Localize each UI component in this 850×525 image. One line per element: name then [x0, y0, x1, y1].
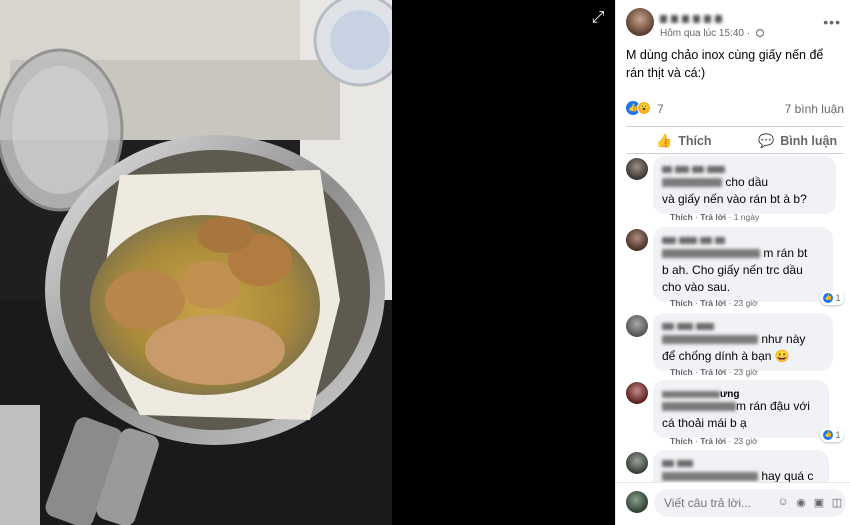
reactions-summary: 👍 😮 7 7 bình luận [626, 99, 844, 119]
like-icon: 👍 [823, 430, 834, 440]
post-timestamp[interactable]: Hôm qua lúc 15:40 · [660, 28, 764, 39]
pan-photo-illustration [0, 0, 392, 525]
comment-like-link[interactable]: Thích [670, 212, 693, 222]
my-avatar [626, 491, 648, 513]
commenter-name[interactable]: ưng [662, 385, 820, 400]
comment-like-link[interactable]: Thích [670, 367, 693, 377]
commenter-name-redacted[interactable] [662, 161, 827, 173]
photo-viewer: ⤢ [0, 0, 615, 525]
post-header: Hôm qua lúc 15:40 · ••• [626, 8, 841, 44]
comment-bubble: m rán bt b ah. Cho giấy nến trc dầu cho … [653, 227, 833, 302]
comment-bubble: cho dầu và giấy nến vào rán bt à b? [653, 156, 836, 214]
comment-text-a: m rán bt [763, 246, 808, 260]
comment-bubble: hay quá c [653, 450, 829, 482]
comment-text-a: cho dầu [722, 175, 769, 189]
commenter-avatar[interactable] [626, 382, 648, 404]
emoji-icon[interactable]: ☺ [777, 496, 789, 509]
comment-button-label: Bình luận [780, 134, 838, 148]
redacted-text [662, 472, 758, 481]
commenter-avatar[interactable] [626, 229, 648, 251]
comment-text-b: cá thoải mái b ạ [662, 416, 747, 430]
comment-icon: 💬 [758, 133, 775, 148]
author-avatar[interactable] [626, 8, 654, 36]
comment-line: m rán đậu với [662, 398, 820, 415]
comment-reply-link[interactable]: Trả lời [700, 436, 726, 446]
comment-reaction-badge[interactable]: 👍 1 [820, 428, 844, 442]
post-photo[interactable] [0, 0, 392, 525]
like-button-label: Thích [678, 134, 712, 148]
comment-time[interactable]: 23 giờ [734, 298, 758, 308]
comment-bubble: ưng m rán đậu với cá thoải mái b ạ [653, 380, 829, 438]
comment-time[interactable]: 1 ngày [734, 212, 760, 222]
globe-icon [755, 29, 764, 37]
comment-meta: Thích · Trả lời · 1 ngày [670, 212, 760, 222]
comment-button[interactable]: 💬 Bình luận [758, 131, 850, 151]
comment-reaction-count: 1 [835, 293, 841, 303]
comment-line: như này [662, 331, 824, 348]
comment-like-link[interactable]: Thích [670, 436, 693, 446]
comment-reply-link[interactable]: Trả lời [700, 298, 726, 308]
more-icon[interactable]: ••• [823, 14, 841, 30]
comment-like-link[interactable]: Thích [670, 298, 693, 308]
comment-reaction-badge[interactable]: 👍 1 [820, 291, 844, 305]
comment-text-a: m rán đậu với [736, 399, 810, 413]
redacted-text [662, 335, 758, 344]
comment-meta: Thích · Trả lời · 23 giờ [670, 298, 758, 308]
comment-time[interactable]: 23 giờ [734, 436, 758, 446]
redacted-text [662, 391, 720, 398]
reaction-count[interactable]: 7 [657, 102, 664, 116]
redacted-text [662, 402, 736, 411]
post-side-panel: Hôm qua lúc 15:40 · ••• M dùng chảo inox… [615, 0, 850, 525]
gif-icon[interactable]: ▣ [813, 496, 825, 509]
comment-bubble: như này để chống dính à bạn 😀 [653, 313, 833, 371]
wow-reaction-icon[interactable]: 😮 [637, 101, 651, 115]
comment-reaction-count: 1 [835, 430, 841, 440]
composer-tools: ☺ ◉ ▣ ◫ [777, 496, 843, 509]
redacted-text [662, 178, 722, 187]
commenter-avatar[interactable] [626, 158, 648, 180]
expand-icon[interactable]: ⤢ [588, 8, 608, 28]
comment-reply-link[interactable]: Trả lời [700, 367, 726, 377]
post-time-text: Hôm qua lúc 15:40 · [660, 28, 753, 39]
camera-icon[interactable]: ◉ [795, 496, 807, 509]
like-button[interactable]: 👍 Thích [656, 131, 712, 151]
post-actions: 👍 Thích 💬 Bình luận [626, 126, 844, 154]
comment-text-a: hay quá c [758, 469, 814, 482]
commenter-name-redacted[interactable] [662, 455, 820, 467]
comment-line: cho dầu [662, 174, 827, 191]
comment-meta: Thích · Trả lời · 23 giờ [670, 367, 758, 377]
comment-count[interactable]: 7 bình luận [785, 102, 844, 116]
commenter-avatar[interactable] [626, 315, 648, 337]
redacted-text [662, 249, 760, 258]
comment-reply-link[interactable]: Trả lời [700, 212, 726, 222]
comment-line: m rán bt [662, 245, 824, 262]
commenter-avatar[interactable] [626, 452, 648, 474]
comment-text-a: như này [758, 332, 806, 346]
comment-meta: Thích · Trả lời · 23 giờ [670, 436, 758, 446]
commenter-name-redacted[interactable] [662, 318, 824, 330]
commenter-name-redacted[interactable] [662, 232, 824, 244]
comment-text-c: cho vào sau. [662, 280, 731, 294]
comment-item: hay quá c [626, 450, 848, 482]
author-name-redacted[interactable] [660, 10, 750, 23]
sticker-icon[interactable]: ◫ [831, 496, 843, 509]
like-icon: 👍 [823, 293, 834, 303]
comment-line: hay quá c [662, 468, 820, 482]
comment-text-b: và giấy nến vào rán bt à b? [662, 192, 807, 206]
post-caption: M dùng chảo inox cùng giấy nến để rán th… [626, 48, 824, 80]
reply-composer: ☺ ◉ ▣ ◫ [616, 482, 850, 525]
comment-time[interactable]: 23 giờ [734, 367, 758, 377]
comment-text-b: để chống dính à bạn 😀 [662, 349, 790, 363]
comment-text-b: b ah. Cho giấy nến trc dầu [662, 263, 803, 277]
like-icon: 👍 [656, 133, 673, 148]
